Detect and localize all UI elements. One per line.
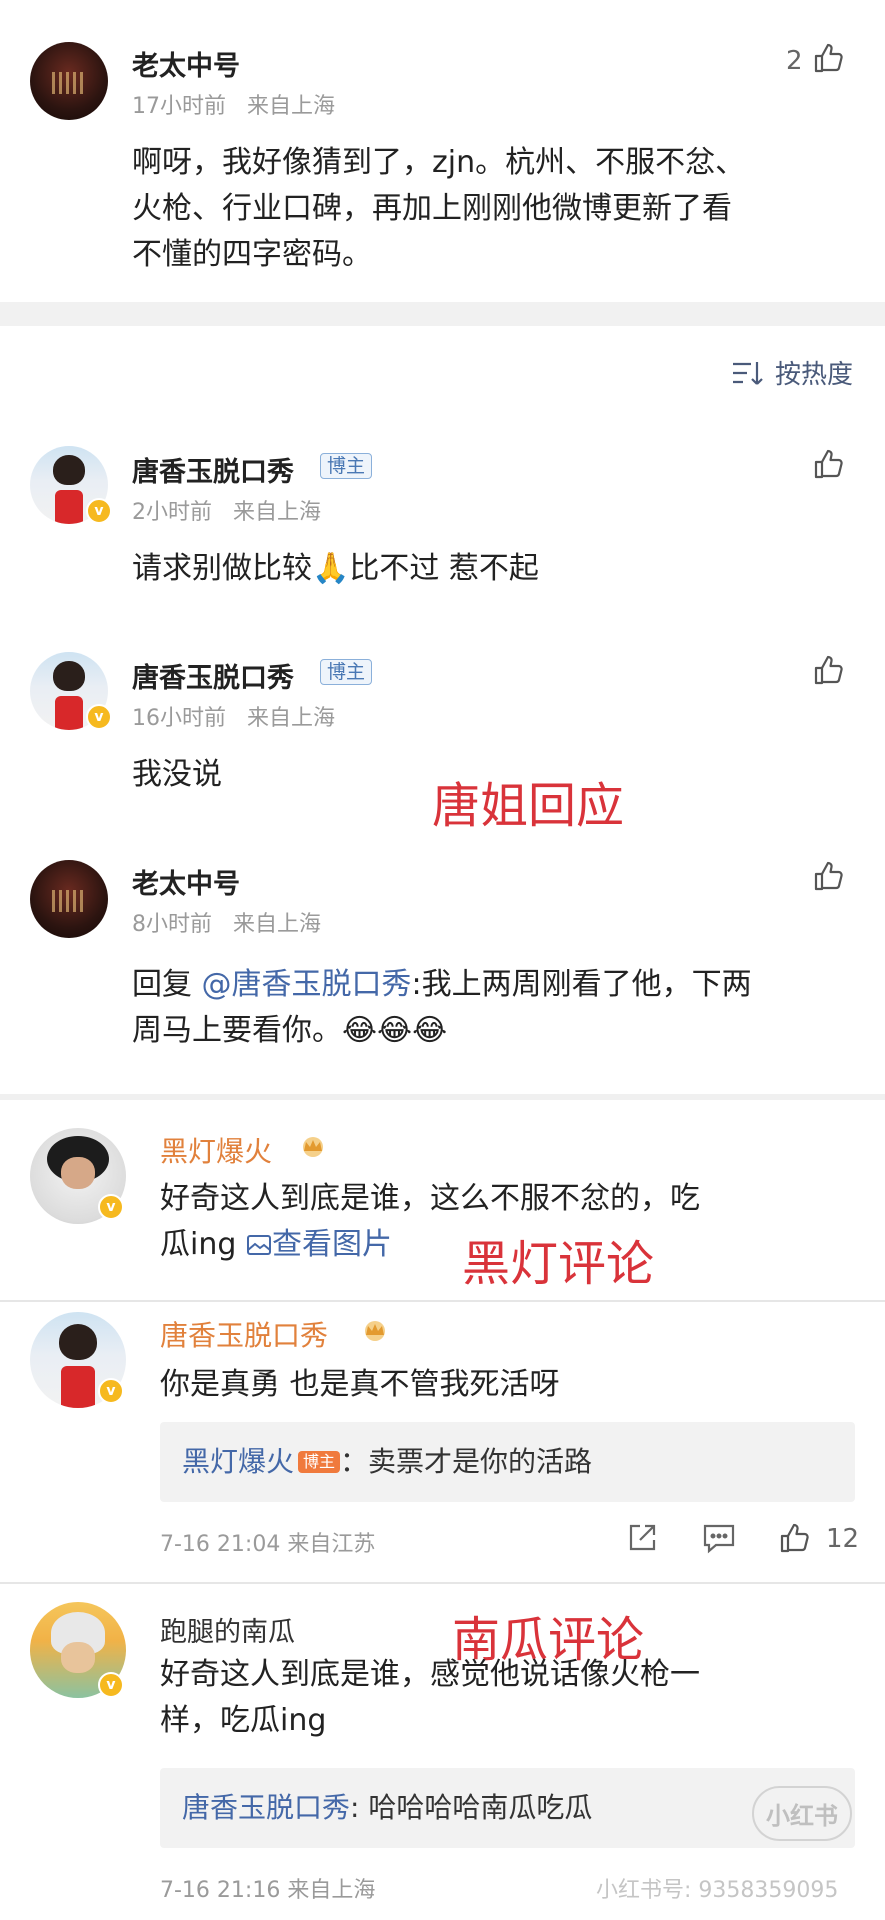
view-image-label: 查看图片 — [271, 1227, 392, 1262]
section-divider — [0, 302, 885, 326]
crown-icon — [303, 1137, 323, 1157]
comment-icon[interactable] — [702, 1522, 736, 1554]
watermark-text: 小红书号: 9358359095 — [596, 1878, 839, 1903]
comment-text-part: 周马上要看你。 — [132, 1013, 342, 1048]
comment-text: 回复 @唐香玉脱口秀:我上两周刚看了他，下两 周马上要看你。😂😂😂 — [132, 962, 862, 1054]
comment-text-line: 好奇这人到底是谁，这么不服不忿的，吃 — [160, 1181, 700, 1216]
comment-location: 来自上海 — [246, 94, 335, 119]
comment-meta: 16小时前 来自上海 — [132, 700, 335, 732]
image-icon — [246, 1235, 271, 1255]
like-count: 2 — [786, 46, 803, 76]
comment-text: 你是真勇 也是真不管我死活呀 — [160, 1367, 560, 1402]
comment-username[interactable]: 唐香玉脱口秀 — [132, 450, 294, 489]
comment-username[interactable]: 老太中号 — [132, 862, 240, 901]
mention-link[interactable]: @唐香玉脱口秀 — [202, 967, 412, 1002]
comment-text-line: 不懂的四字密码。 — [132, 237, 372, 272]
quoted-username[interactable]: 唐香玉脱口秀 — [182, 1791, 350, 1824]
view-image-link[interactable]: 查看图片 — [246, 1227, 392, 1262]
quoted-text: : 哈哈哈哈南瓜吃瓜 — [350, 1791, 593, 1824]
comment-text-line: 火枪、行业口碑，再加上刚刚他微博更新了看 — [132, 191, 732, 226]
sort-by-hotness-button[interactable]: 按热度 — [731, 354, 853, 391]
comment-text-line: 周马上要看你。😂😂😂 — [132, 1008, 862, 1054]
verified-badge-icon: v — [98, 1194, 124, 1220]
comment-time: 2小时前 — [132, 500, 212, 525]
like-count: 12 — [826, 1524, 860, 1554]
quoted-text: ：卖票才是你的活路 — [340, 1445, 593, 1478]
comment-text-line: 回复 @唐香玉脱口秀:我上两周刚看了他，下两 — [132, 962, 862, 1008]
verified-badge-icon: v — [86, 704, 112, 730]
avatar[interactable] — [30, 860, 108, 938]
quoted-reply-text: 唐香玉脱口秀: 哈哈哈哈南瓜吃瓜 — [182, 1786, 592, 1826]
comment-username[interactable]: 唐香玉脱口秀 — [132, 656, 294, 695]
thumbs-up-icon[interactable] — [812, 860, 844, 892]
author-badge: 博主 — [320, 453, 373, 479]
comment-text-part: 比不过 惹不起 — [349, 551, 539, 586]
comment-meta: 2小时前 来自上海 — [132, 494, 321, 526]
comment-time: 7-16 21:16 来自上海 — [160, 1878, 376, 1903]
crown-icon — [365, 1321, 385, 1341]
thumbs-up-icon[interactable] — [812, 654, 844, 686]
reply-prefix: 回复 — [132, 967, 202, 1002]
comment-text-part: 请求别做比较 — [132, 551, 312, 586]
verified-badge-icon: v — [86, 498, 112, 524]
section-divider — [0, 1300, 885, 1302]
annotation-overlay: 黑灯评论 — [462, 1236, 655, 1292]
comment-time: 8小时前 — [132, 912, 212, 937]
comment-meta: 17小时前 来自上海 — [132, 88, 335, 120]
comment-text: 啊呀，我好像猜到了，zjn。杭州、不服不忿、 火枪、行业口碑，再加上刚刚他微博更… — [132, 140, 852, 278]
section-divider — [0, 1582, 885, 1584]
thumbs-up-icon[interactable] — [778, 1522, 810, 1554]
quoted-reply-text: 黑灯爆火 博主 ：卖票才是你的活路 — [182, 1440, 592, 1480]
verified-badge-icon: v — [98, 1672, 124, 1698]
comment-location: 来自上海 — [232, 912, 321, 937]
comment-text: 好奇这人到底是谁，感觉他说话像火枪一 样，吃瓜ing — [160, 1652, 860, 1744]
comment-username[interactable]: 唐香玉脱口秀 — [160, 1314, 328, 1354]
comment-username[interactable]: 跑腿的南瓜 — [160, 1610, 295, 1649]
annotation-overlay: 唐姐回应 — [432, 778, 625, 834]
comment-time: 7-16 21:04 来自江苏 — [160, 1532, 376, 1557]
thumbs-up-icon[interactable] — [812, 42, 844, 74]
comment-text: 我没说 — [132, 757, 222, 792]
quoted-reply[interactable]: 黑灯爆火 博主 ：卖票才是你的活路 — [160, 1422, 855, 1502]
comment-text-line: 啊呀，我好像猜到了，zjn。杭州、不服不忿、 — [132, 145, 746, 180]
laughing-emoji: 😂😂😂 — [342, 1013, 448, 1048]
avatar[interactable] — [30, 42, 108, 120]
pray-emoji: 🙏 — [312, 551, 350, 586]
thumbs-up-icon[interactable] — [812, 448, 844, 480]
comment-location: 来自上海 — [232, 500, 321, 525]
comment-text: 请求别做比较🙏比不过 惹不起 — [132, 546, 852, 592]
verified-badge-icon: v — [98, 1378, 124, 1404]
comment-location: 来自上海 — [246, 706, 335, 731]
comment-username[interactable]: 黑灯爆火 — [160, 1130, 272, 1170]
quoted-reply[interactable]: 唐香玉脱口秀: 哈哈哈哈南瓜吃瓜 — [160, 1768, 855, 1848]
comment-time: 16小时前 — [132, 706, 226, 731]
quoted-username[interactable]: 黑灯爆火 — [182, 1445, 294, 1478]
comment-meta: 8小时前 来自上海 — [132, 906, 321, 938]
comment-text-line: 样，吃瓜ing — [160, 1703, 327, 1738]
section-divider — [0, 1094, 885, 1100]
watermark-logo: 小红书 — [752, 1786, 852, 1841]
share-icon[interactable] — [626, 1522, 658, 1554]
author-badge: 博主 — [320, 659, 373, 685]
comment-text-part: 瓜ing — [160, 1227, 237, 1262]
comment-username[interactable]: 老太中号 — [132, 44, 240, 83]
sort-icon — [732, 361, 763, 385]
sort-label: 按热度 — [774, 360, 853, 390]
author-badge: 博主 — [298, 1451, 341, 1473]
comment-text-part: :我上两周刚看了他，下两 — [411, 967, 752, 1002]
comment-time: 17小时前 — [132, 94, 226, 119]
comment-text-line: 好奇这人到底是谁，感觉他说话像火枪一 — [160, 1657, 700, 1692]
